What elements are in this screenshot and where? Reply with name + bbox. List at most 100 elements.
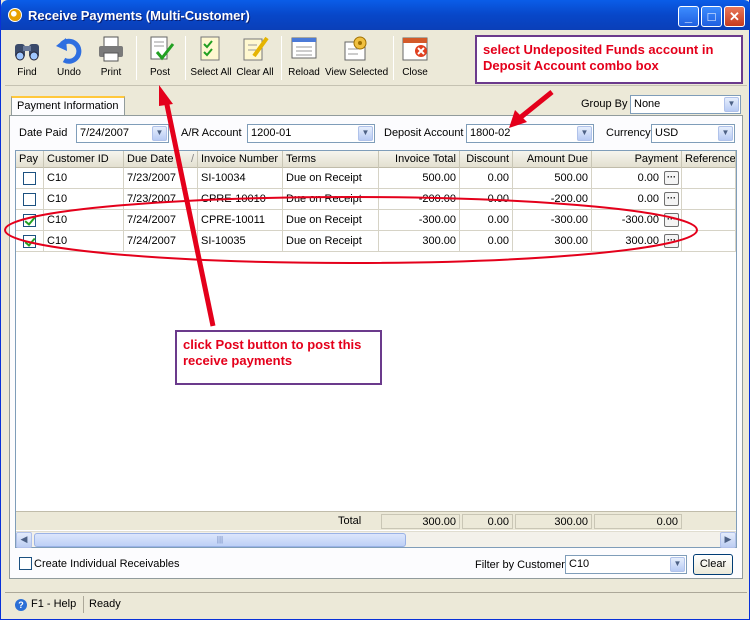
minimize-icon[interactable]: _ (678, 6, 699, 27)
receive-payments-window: Receive Payments (Multi-Customer) _ □ ✕ … (0, 0, 750, 620)
payment-cell[interactable]: 0.00 ··· (592, 189, 682, 210)
col-pay[interactable]: Pay (16, 151, 44, 168)
payment-cell[interactable]: -300.00 ··· (592, 210, 682, 231)
chevron-down-icon[interactable]: ▼ (152, 126, 167, 141)
pay-checkbox[interactable] (23, 193, 36, 206)
reference-cell[interactable] (682, 210, 736, 231)
terms-cell: Due on Receipt (283, 189, 379, 210)
table-row[interactable]: C10 7/23/2007 SI-10034 Due on Receipt 50… (16, 168, 736, 189)
clear-all-pencil-icon (243, 36, 269, 61)
clear-all-label: Clear All (236, 67, 274, 78)
chevron-down-icon[interactable]: ▼ (670, 557, 685, 572)
post-button[interactable]: Post (142, 34, 178, 84)
due-date-cell: 7/24/2007 (124, 210, 198, 231)
customer-id-cell: C10 (44, 231, 124, 252)
discount-cell: 0.00 (460, 210, 513, 231)
invoice-total-cell: 500.00 (379, 168, 460, 189)
select-all-label: Select All (190, 67, 232, 78)
terms-cell: Due on Receipt (283, 231, 379, 252)
post-document-check-icon (150, 36, 175, 61)
date-paid-field[interactable]: 7/24/2007 ▼ (76, 124, 169, 143)
select-all-button[interactable]: Select All (189, 34, 233, 84)
chevron-down-icon[interactable]: ▼ (724, 97, 739, 112)
col-discount[interactable]: Discount (460, 151, 513, 168)
scroll-right-icon[interactable]: ▶ (720, 532, 736, 548)
col-terms[interactable]: Terms (283, 151, 379, 168)
tab-label: Payment Information (17, 100, 119, 112)
toolbar-separator (281, 36, 282, 80)
scrollbar-thumb[interactable]: ||| (34, 533, 406, 547)
total-invoice-total: 300.00 (381, 514, 460, 529)
help-icon[interactable]: ? (15, 599, 27, 611)
reference-cell[interactable] (682, 168, 736, 189)
payment-value: 0.00 (637, 193, 659, 205)
reference-cell[interactable] (682, 189, 736, 210)
undo-button[interactable]: Undo (51, 34, 87, 84)
create-individual-receivables-checkbox[interactable] (19, 557, 32, 570)
amount-due-cell: 500.00 (513, 168, 592, 189)
col-invoice-number[interactable]: Invoice Number (198, 151, 283, 168)
chevron-down-icon[interactable]: ▼ (577, 126, 592, 141)
chevron-down-icon[interactable]: ▼ (358, 126, 373, 141)
payment-value: 300.00 (625, 235, 659, 247)
table-row[interactable]: C10 7/24/2007 CPRE-10011 Due on Receipt … (16, 210, 736, 231)
filter-by-customer-label: Filter by Customer (475, 559, 565, 571)
chevron-down-icon[interactable]: ▼ (718, 126, 733, 141)
clear-all-button[interactable]: Clear All (235, 34, 275, 84)
ellipsis-button[interactable]: ··· (664, 192, 679, 206)
col-invoice-total[interactable]: Invoice Total (379, 151, 460, 168)
filter-by-customer-value: C10 (569, 558, 590, 570)
col-payment[interactable]: Payment (592, 151, 682, 168)
maximize-icon[interactable]: □ (701, 6, 722, 27)
deposit-account-combo[interactable]: 1800-02 ▼ (466, 124, 594, 143)
due-date-cell: 7/23/2007 (124, 168, 198, 189)
toolbar-separator (136, 36, 137, 80)
pay-checkbox[interactable] (23, 172, 36, 185)
ellipsis-button[interactable]: ··· (664, 234, 679, 248)
close-window-icon (402, 37, 428, 61)
currency-label: Currency (606, 127, 651, 139)
reference-cell[interactable] (682, 231, 736, 252)
reload-button[interactable]: Reload (285, 34, 323, 84)
tab-payment-information[interactable]: Payment Information (11, 96, 125, 116)
payment-cell[interactable]: 0.00 ··· (592, 168, 682, 189)
find-button[interactable]: Find (9, 34, 45, 84)
currency-combo[interactable]: USD ▼ (651, 124, 735, 143)
help-text: F1 - Help (31, 598, 77, 610)
customer-id-cell: C10 (44, 168, 124, 189)
ellipsis-button[interactable]: ··· (664, 171, 679, 185)
customer-id-cell: C10 (44, 210, 124, 231)
ar-account-combo[interactable]: 1200-01 ▼ (247, 124, 375, 143)
deposit-account-value: 1800-02 (470, 127, 511, 139)
horizontal-scrollbar[interactable]: ◀ ||| ▶ (16, 531, 736, 548)
view-selected-label: View Selected (325, 67, 389, 78)
close-icon[interactable]: ✕ (724, 6, 745, 27)
col-reference[interactable]: Reference (682, 151, 736, 168)
payment-value: -300.00 (621, 214, 659, 226)
printer-icon (99, 36, 123, 62)
col-due-date[interactable]: Due Date / (124, 151, 198, 168)
group-by-combo[interactable]: None ▼ (630, 95, 741, 114)
title-bar[interactable]: Receive Payments (Multi-Customer) _ □ ✕ (1, 0, 750, 30)
view-selected-button[interactable]: View Selected (325, 34, 389, 84)
scroll-left-icon[interactable]: ◀ (16, 532, 32, 548)
window-title: Receive Payments (Multi-Customer) (28, 8, 250, 23)
close-button[interactable]: Close (397, 34, 433, 84)
filter-by-customer-combo[interactable]: C10 ▼ (565, 555, 687, 574)
clear-filter-button[interactable]: Clear (693, 554, 733, 575)
view-selected-icon (344, 36, 367, 61)
totals-row: Total 300.00 0.00 300.00 0.00 (16, 511, 736, 530)
deposit-account-label: Deposit Account (384, 127, 464, 139)
table-row[interactable]: C10 7/24/2007 SI-10035 Due on Receipt 30… (16, 231, 736, 252)
discount-cell: 0.00 (460, 168, 513, 189)
ellipsis-button[interactable]: ··· (664, 213, 679, 227)
col-customer-id[interactable]: Customer ID (44, 151, 124, 168)
col-amount-due[interactable]: Amount Due (513, 151, 592, 168)
print-button[interactable]: Print (93, 34, 129, 84)
customer-id-cell: C10 (44, 189, 124, 210)
table-row[interactable]: C10 7/23/2007 CPRE-10010 Due on Receipt … (16, 189, 736, 210)
pay-checkbox[interactable] (23, 214, 36, 227)
invoice-total-cell: -200.00 (379, 189, 460, 210)
payment-cell[interactable]: 300.00 ··· (592, 231, 682, 252)
pay-checkbox[interactable] (23, 235, 36, 248)
